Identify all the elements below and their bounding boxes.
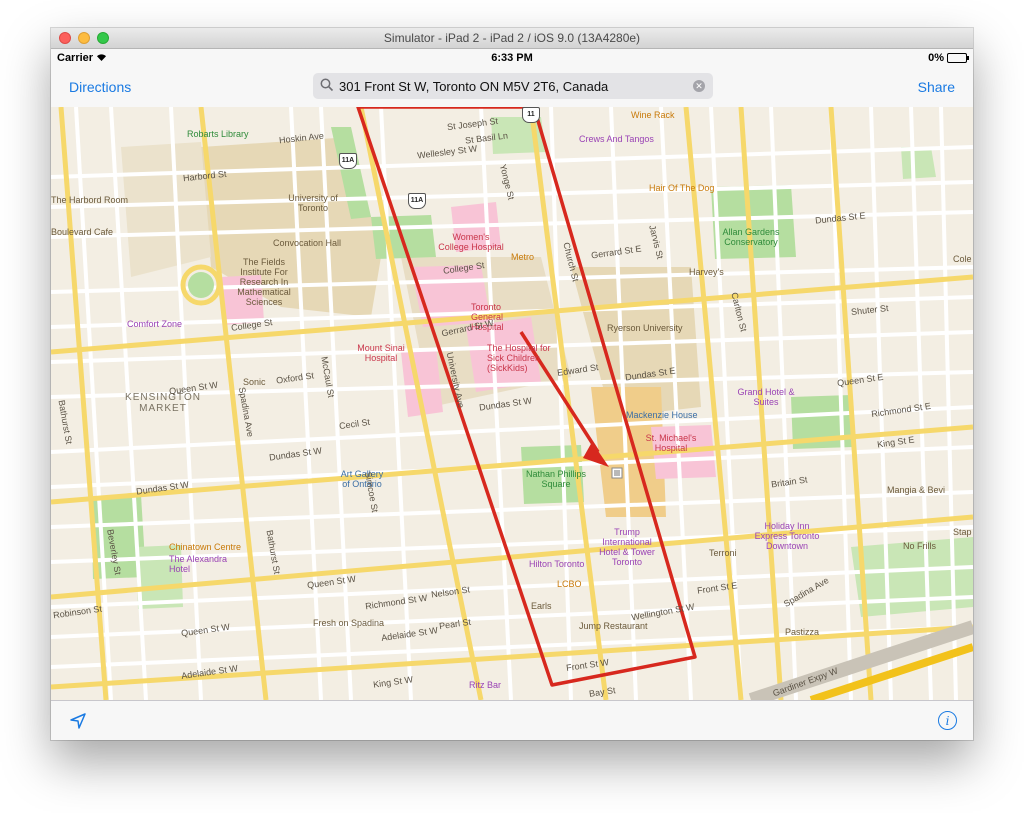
- place-comfort-zone[interactable]: Comfort Zone: [127, 319, 182, 329]
- place-wine-rack[interactable]: Wine Rack: [631, 110, 675, 120]
- place-terroni[interactable]: Terroni: [709, 548, 737, 558]
- window-title: Simulator - iPad 2 - iPad 2 / iOS 9.0 (1…: [383, 31, 641, 45]
- place-trump-hotel[interactable]: Trump International Hotel & Tower Toront…: [591, 527, 663, 567]
- search-value[interactable]: 301 Front St W, Toronto ON M5V 2T6, Cana…: [339, 79, 608, 94]
- place-no-frills[interactable]: No Frills: [903, 541, 936, 551]
- place-womens-college-hospital[interactable]: Women's College Hospital: [436, 232, 506, 252]
- battery-percent: 0%: [928, 52, 944, 64]
- place-convocation-hall[interactable]: Convocation Hall: [273, 238, 341, 248]
- share-button[interactable]: Share: [918, 79, 955, 95]
- simulator-window: Simulator - iPad 2 - iPad 2 / iOS 9.0 (1…: [51, 28, 973, 740]
- place-cole[interactable]: Cole: [953, 254, 972, 264]
- clear-search-icon[interactable]: ✕: [693, 80, 705, 92]
- place-fresh-on-spadina[interactable]: Fresh on Spadina: [313, 618, 384, 628]
- map-view[interactable]: 11A 11A 11 Robarts Library University of…: [51, 107, 973, 700]
- place-st-michaels-hospital[interactable]: St. Michael's Hospital: [641, 433, 701, 453]
- info-icon[interactable]: i: [938, 711, 957, 730]
- place-university-of-toronto[interactable]: University of Toronto: [283, 193, 343, 213]
- place-holiday-inn[interactable]: Holiday Inn Express Toronto Downtown: [747, 521, 827, 551]
- search-field[interactable]: 301 Front St W, Toronto ON M5V 2T6, Cana…: [313, 73, 713, 99]
- navigation-bar: Directions 301 Front St W, Toronto ON M5…: [51, 67, 973, 108]
- place-ryerson-university[interactable]: Ryerson University: [607, 323, 683, 333]
- place-mount-sinai-hospital[interactable]: Mount Sinai Hospital: [351, 343, 411, 363]
- place-pastizza[interactable]: Pastizza: [785, 627, 819, 637]
- place-jump-restaurant[interactable]: Jump Restaurant: [579, 621, 648, 631]
- place-harbord-room[interactable]: The Harbord Room: [51, 195, 128, 205]
- highway-shield: 11A: [339, 153, 357, 169]
- place-metro[interactable]: Metro: [511, 252, 534, 262]
- status-time: 6:33 PM: [491, 52, 533, 64]
- place-mangia-bevi[interactable]: Mangia & Bevi: [887, 485, 945, 495]
- highway-shield: 11A: [408, 193, 426, 209]
- search-icon: [320, 78, 334, 92]
- place-crews-and-tangos[interactable]: Crews And Tangos: [579, 134, 654, 144]
- place-chinatown-centre[interactable]: Chinatown Centre: [169, 542, 241, 552]
- battery-indicator: 0%: [928, 52, 969, 64]
- battery-icon: [947, 53, 969, 63]
- place-fields-institute[interactable]: The Fields Institute For Research In Mat…: [229, 257, 299, 307]
- window-titlebar: Simulator - iPad 2 - iPad 2 / iOS 9.0 (1…: [51, 28, 973, 49]
- place-mackenzie-house[interactable]: Mackenzie House: [626, 410, 698, 420]
- place-stap[interactable]: Stap: [953, 527, 972, 537]
- highway-shield: 11: [522, 107, 540, 123]
- place-earls[interactable]: Earls: [531, 601, 552, 611]
- place-grand-hotel[interactable]: Grand Hotel & Suites: [731, 387, 801, 407]
- bottom-toolbar: i: [51, 700, 973, 740]
- place-allan-gardens[interactable]: Allan Gardens Conservatory: [711, 227, 791, 247]
- place-ritz-bar[interactable]: Ritz Bar: [469, 680, 501, 690]
- place-harveys[interactable]: Harvey's: [689, 267, 724, 277]
- place-boulevard-cafe[interactable]: Boulevard Cafe: [51, 227, 113, 237]
- neighborhood-kensington-market: KENSINGTON MARKET: [125, 392, 201, 414]
- place-nathan-phillips-square[interactable]: Nathan Phillips Square: [521, 469, 591, 489]
- place-hilton-toronto[interactable]: Hilton Toronto: [529, 559, 584, 569]
- place-lcbo[interactable]: LCBO: [557, 579, 582, 589]
- status-bar: Carrier 6:33 PM 0%: [51, 49, 973, 67]
- location-arrow-icon[interactable]: [69, 712, 87, 730]
- directions-button[interactable]: Directions: [69, 79, 131, 95]
- place-alexandra-hotel[interactable]: The Alexandra Hotel: [169, 554, 229, 574]
- place-hair-of-the-dog[interactable]: Hair Of The Dog: [649, 183, 714, 193]
- place-robarts-library[interactable]: Robarts Library: [187, 129, 249, 139]
